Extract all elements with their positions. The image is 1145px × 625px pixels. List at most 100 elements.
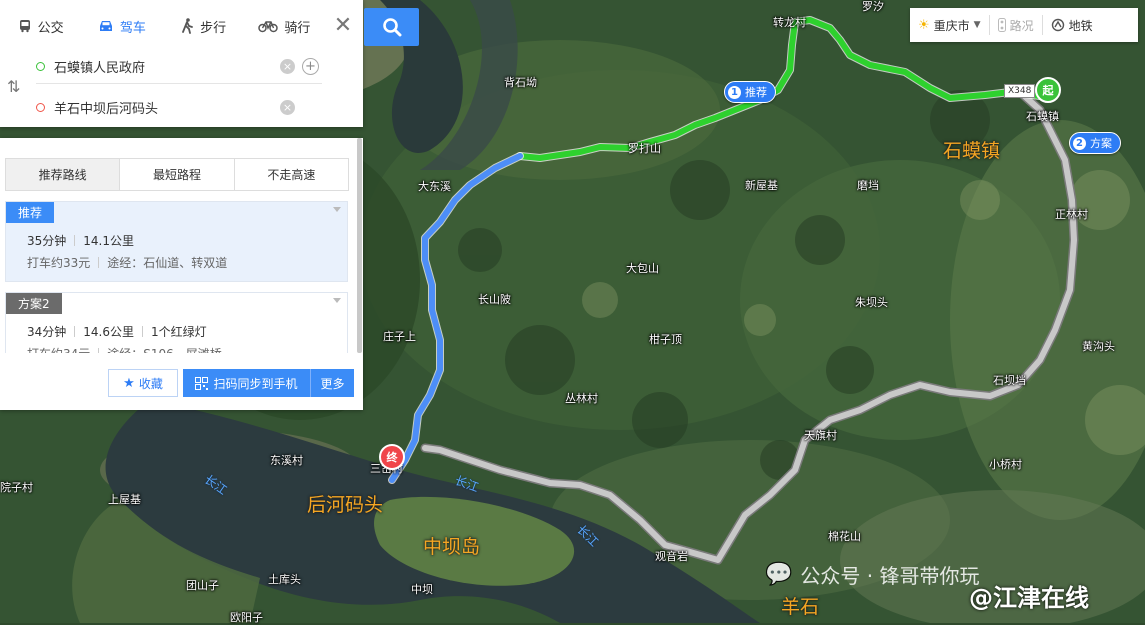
tab-no-highway[interactable]: 不走高速	[234, 159, 348, 190]
place-label: 院子村	[0, 481, 33, 494]
place-label: 背石坳	[504, 76, 537, 89]
place-label: 罗汐	[862, 0, 884, 13]
plan-tag: 推荐	[6, 202, 55, 223]
road-tag: X348	[1004, 84, 1036, 98]
route-badge-recommended[interactable]: 1 推荐	[724, 81, 776, 103]
city-label: 重庆市	[933, 18, 970, 33]
tab-bike-label: 骑行	[284, 20, 311, 36]
plan-distance: 14.1公里	[83, 234, 135, 248]
tab-bus[interactable]: 公交	[0, 8, 81, 44]
end-marker[interactable]: 终	[379, 444, 405, 470]
place-label: 罗打山	[628, 142, 661, 155]
plan-time: 35分钟	[27, 234, 67, 248]
traffic-label: 路况	[1009, 18, 1034, 33]
route-badge-label: 方案	[1090, 137, 1112, 150]
close-icon[interactable]: ✕	[328, 10, 358, 40]
favorite-label: 收藏	[138, 376, 163, 391]
car-icon	[99, 21, 112, 31]
start-marker[interactable]: 起	[1035, 77, 1061, 103]
traffic-light-icon	[997, 18, 1006, 32]
bus-icon	[19, 20, 30, 33]
watermark-account: 💬 公众号 · 锋哥带你玩	[765, 560, 979, 589]
start-field-value: 石蟆镇人民政府	[54, 60, 146, 76]
more-button[interactable]: 更多	[310, 369, 354, 397]
subway-toggle[interactable]: 地铁	[1041, 15, 1101, 35]
chevron-down-icon[interactable]	[333, 298, 341, 303]
chevron-down-icon[interactable]	[333, 207, 341, 212]
tab-recommended[interactable]: 推荐路线	[6, 159, 121, 190]
place-label: 上屋基	[108, 493, 141, 506]
add-waypoint-icon[interactable]: +	[302, 58, 319, 75]
weather-sun-icon: ☀	[918, 17, 930, 33]
plan-via: 途经：石仙道、转双道	[107, 256, 228, 270]
plan-time: 34分钟	[27, 325, 67, 339]
place-label: 长山陂	[478, 293, 511, 306]
route-badge-label: 推荐	[745, 86, 767, 99]
plan-lights: 1个红绿灯	[151, 325, 207, 339]
place-label: 黄沟头	[1082, 340, 1115, 353]
city-selector[interactable]: ☀ 重庆市 ▼	[910, 15, 989, 35]
route-results-panel: 推荐路线 最短路程 不走高速 推荐 35分钟 14.1公里 打车约33元 途经：石仙…	[0, 138, 363, 410]
clear-end-icon[interactable]: ×	[280, 100, 295, 115]
bike-icon	[258, 21, 279, 33]
place-label: 中坝	[411, 583, 433, 596]
travel-mode-tabs: 公交 驾车 步行 骑行	[0, 8, 325, 44]
start-dot-icon	[36, 61, 45, 71]
place-label: 观音岩	[655, 550, 688, 563]
scrollbar[interactable]	[357, 138, 362, 353]
tab-walk[interactable]: 步行	[163, 8, 244, 44]
favorite-button[interactable]: ★ 收藏	[108, 369, 178, 397]
place-label: 石坝垱	[993, 374, 1026, 387]
sync-label: 扫码同步到手机	[213, 376, 298, 391]
qr-code-icon	[195, 376, 209, 390]
tab-bus-label: 公交	[37, 20, 64, 36]
clear-start-icon[interactable]: ×	[280, 59, 295, 74]
place-label: 磨垱	[857, 179, 879, 192]
tab-drive-label: 驾车	[119, 20, 146, 36]
tab-shortest[interactable]: 最短路程	[120, 159, 235, 190]
route-preference-tabs: 推荐路线 最短路程 不走高速	[5, 158, 349, 191]
place-label: 土库头	[268, 573, 301, 586]
search-icon	[382, 18, 401, 37]
place-label: 东溪村	[270, 454, 303, 467]
route-search-panel: 公交 驾车 步行 骑行 ✕ ⇅ 石蟆镇人民政府 × + 羊石中坝后河码头 ×	[0, 0, 363, 127]
panel-footer: ★ 收藏 扫码同步到手机 更多	[0, 353, 363, 410]
subway-icon	[1051, 18, 1064, 32]
place-label: 转龙村	[773, 16, 806, 29]
plan-summary: 34分钟 14.6公里 1个红绿灯	[27, 323, 207, 340]
place-label: 丛林村	[565, 392, 598, 405]
search-button[interactable]	[364, 8, 419, 46]
dock-label: 后河码头	[307, 494, 384, 516]
plan-tag: 方案2	[6, 293, 62, 314]
place-label: 柑子顶	[649, 333, 682, 346]
end-dot-icon	[36, 102, 45, 112]
plan-summary: 35分钟 14.1公里	[27, 232, 134, 249]
end-field-value: 羊石中坝后河码头	[54, 101, 159, 117]
place-label: 天旗村	[804, 429, 837, 442]
island-label: 中坝岛	[423, 536, 481, 558]
watermark-account-text: 公众号 · 锋哥带你玩	[800, 564, 980, 588]
tab-bike[interactable]: 骑行	[244, 8, 325, 44]
place-label: 大东溪	[418, 180, 451, 193]
place-label: 新屋基	[745, 179, 778, 192]
plan-taxi: 打车约33元	[27, 256, 91, 270]
wechat-icon: 💬	[765, 562, 793, 587]
route-badge-alternative[interactable]: 2 方案	[1069, 132, 1121, 154]
route-plan-1[interactable]: 推荐 35分钟 14.1公里 打车约33元 途经：石仙道、转双道	[5, 201, 348, 282]
plan-detail: 打车约33元 途经：石仙道、转双道	[27, 254, 227, 271]
tab-drive[interactable]: 驾车	[81, 8, 162, 44]
sync-to-phone-button[interactable]: 扫码同步到手机	[183, 369, 310, 397]
place-label: 石蟆镇	[1026, 110, 1059, 123]
route-number: 1	[728, 85, 741, 99]
place-label: 朱坝头	[855, 296, 888, 309]
place-label: 团山子	[186, 579, 219, 592]
subway-label: 地铁	[1068, 18, 1093, 33]
route-number: 2	[1073, 136, 1086, 150]
swap-icon[interactable]: ⇅	[7, 77, 20, 96]
watermark-handle: @江津在线	[969, 584, 1089, 612]
chevron-down-icon: ▼	[973, 20, 981, 30]
plan-distance: 14.6公里	[83, 325, 135, 339]
town-label: 石蟆镇	[943, 140, 1001, 162]
traffic-toggle[interactable]: 路况	[988, 15, 1042, 35]
tab-walk-label: 步行	[200, 20, 227, 36]
